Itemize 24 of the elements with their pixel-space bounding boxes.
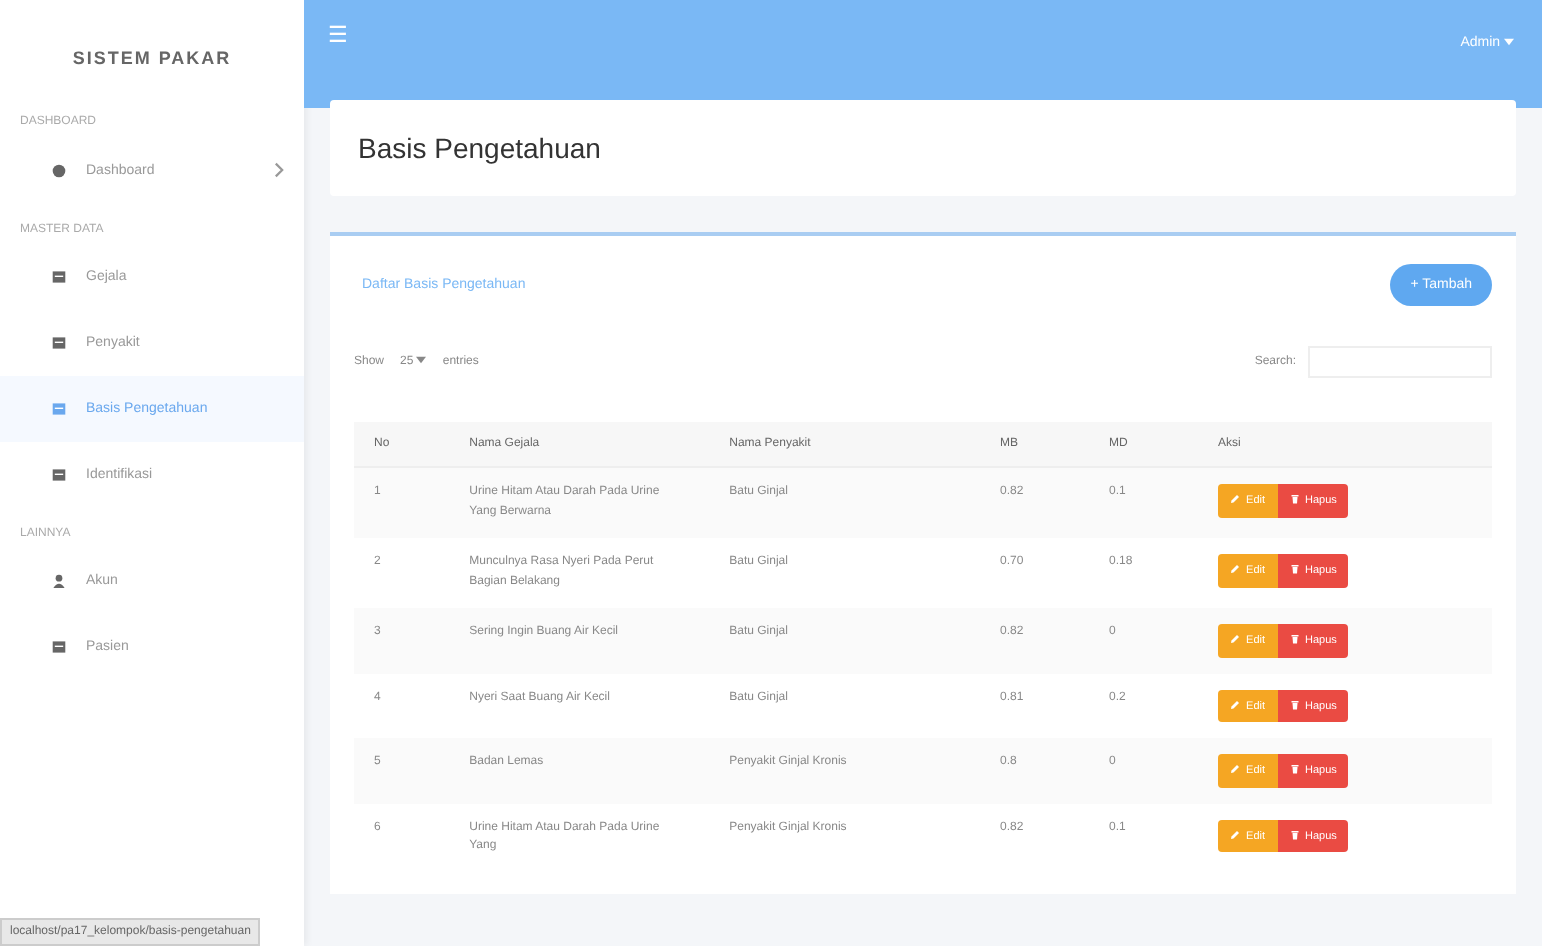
caret-icon: [416, 356, 427, 365]
trash-icon: [1289, 829, 1300, 840]
brand-title: SISTEM PAKAR: [70, 46, 234, 72]
pencil-icon: [1230, 829, 1241, 840]
pencil-icon: [1230, 494, 1241, 504]
table-icon: [52, 270, 66, 284]
table-icon: [52, 402, 66, 416]
table-icon: [52, 336, 66, 350]
table-icon: [52, 468, 66, 482]
trash-icon: [1289, 494, 1300, 504]
pencil-icon: [1230, 764, 1241, 775]
table-icon: [52, 640, 66, 654]
trash-icon: [1289, 764, 1300, 775]
caret-icon: [1504, 37, 1514, 46]
trash-icon: [1289, 564, 1300, 575]
dashboard-icon: [52, 163, 66, 177]
user-icon: [52, 574, 66, 588]
trash-icon: [1289, 634, 1300, 645]
page-title: Basis Pengetahuan: [358, 132, 603, 164]
trash-icon: [1289, 699, 1300, 710]
pencil-icon: [1230, 564, 1241, 575]
pencil-icon: [1230, 699, 1241, 710]
pencil-icon: [1230, 634, 1241, 645]
chevron-icon: [274, 162, 284, 178]
